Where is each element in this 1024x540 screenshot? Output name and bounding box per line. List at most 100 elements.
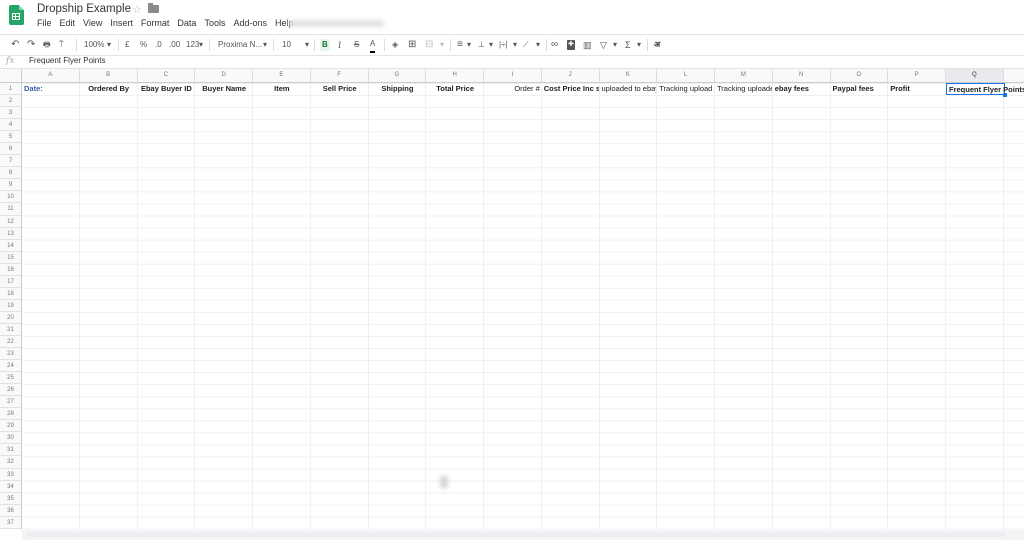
sheets-logo-icon[interactable] — [9, 5, 24, 25]
document-title[interactable]: Dropship Example — [37, 3, 131, 15]
column-header-k[interactable]: K — [600, 69, 658, 82]
row-header-7[interactable]: 7 — [0, 155, 21, 168]
chevron-down-icon[interactable]: ▾ — [536, 39, 540, 51]
row-header-11[interactable]: 11 — [0, 203, 21, 216]
row-header-6[interactable]: 6 — [0, 143, 21, 156]
zoom-select[interactable]: 100% — [84, 39, 104, 51]
row-header-13[interactable]: 13 — [0, 228, 21, 240]
redo-icon[interactable]: ↷ — [27, 39, 35, 51]
row-header-9[interactable]: 9 — [0, 179, 21, 192]
row-header-15[interactable]: 15 — [0, 252, 21, 264]
undo-icon[interactable]: ↶ — [11, 39, 19, 51]
row-header-29[interactable]: 29 — [0, 420, 21, 433]
star-icon[interactable]: ☆ — [132, 3, 142, 16]
print-icon[interactable]: 🖶 — [43, 39, 51, 51]
column-header-l[interactable]: L — [657, 69, 715, 82]
row-header-4[interactable]: 4 — [0, 119, 21, 132]
cell-Q1-selected[interactable]: Frequent Flyer Points — [946, 83, 1024, 97]
folder-icon[interactable] — [148, 3, 159, 13]
cell-P1[interactable]: Profit — [888, 83, 946, 95]
text-color-button[interactable]: A — [370, 39, 376, 53]
cell-C1[interactable]: Ebay Buyer ID — [138, 83, 196, 95]
chevron-down-icon[interactable]: ▾ — [199, 39, 203, 51]
insert-chart-icon[interactable]: ▥ — [583, 39, 592, 51]
row-header-33[interactable]: 33 — [0, 469, 21, 481]
column-header-b[interactable]: B — [80, 69, 138, 82]
horizontal-scrollbar[interactable] — [22, 529, 1024, 540]
column-header-d[interactable]: D — [195, 69, 253, 82]
row-header-3[interactable]: 3 — [0, 107, 21, 120]
cell-G1[interactable]: Shipping — [369, 83, 427, 95]
row-header-37[interactable]: 37 — [0, 517, 21, 529]
column-header-j[interactable]: J — [542, 69, 600, 82]
cell-grid[interactable]: Date: Ordered By Ebay Buyer ID Buyer Nam… — [22, 83, 1024, 529]
row-header-5[interactable]: 5 — [0, 131, 21, 144]
select-all-corner[interactable] — [0, 69, 22, 82]
last-edit-link[interactable] — [288, 20, 384, 27]
row-header-1[interactable]: 1 — [0, 83, 21, 96]
row-header-10[interactable]: 10 — [0, 191, 21, 204]
cell-D1[interactable]: Buyer Name — [195, 83, 253, 95]
cell-E1[interactable]: Item — [253, 83, 311, 95]
row-header-36[interactable]: 36 — [0, 505, 21, 517]
menu-file[interactable]: File — [37, 18, 52, 28]
menu-addons[interactable]: Add-ons — [233, 18, 267, 28]
bold-button[interactable]: B — [320, 39, 330, 51]
chevron-down-icon[interactable]: ▾ — [489, 39, 493, 51]
row-header-35[interactable]: 35 — [0, 493, 21, 505]
currency-format-button[interactable]: £ — [125, 39, 129, 51]
cell-L1[interactable]: Tracking upload ebay — [657, 83, 715, 95]
menu-edit[interactable]: Edit — [60, 18, 76, 28]
borders-icon[interactable]: ⊞ — [408, 39, 416, 51]
column-header-n[interactable]: N — [773, 69, 831, 82]
column-header-f[interactable]: F — [311, 69, 369, 82]
input-tools-icon[interactable]: अ — [654, 39, 660, 51]
column-header-i[interactable]: I — [484, 69, 542, 82]
cell-M1[interactable]: Tracking uploaded — [715, 83, 773, 95]
chevron-down-icon[interactable]: ▾ — [467, 39, 471, 51]
chevron-down-icon[interactable]: ▾ — [440, 39, 444, 51]
row-header-23[interactable]: 23 — [0, 348, 21, 361]
column-header-o[interactable]: O — [831, 69, 889, 82]
row-header-8[interactable]: 8 — [0, 167, 21, 180]
italic-button[interactable]: I — [338, 39, 341, 51]
row-header-20[interactable]: 20 — [0, 312, 21, 324]
column-header-h[interactable]: H — [426, 69, 484, 82]
percent-format-button[interactable]: % — [140, 39, 147, 51]
menu-data[interactable]: Data — [177, 18, 196, 28]
row-header-2[interactable]: 2 — [0, 95, 21, 108]
vertical-align-icon[interactable]: ⊥ — [478, 39, 485, 51]
horizontal-align-icon[interactable]: ≡ — [457, 39, 463, 51]
more-formats-button[interactable]: 123 — [186, 39, 199, 51]
chevron-down-icon[interactable]: ▾ — [513, 39, 517, 51]
row-header-17[interactable]: 17 — [0, 276, 21, 288]
cell-J1[interactable]: Cost Price Inc shipping — [542, 83, 600, 95]
row-header-26[interactable]: 26 — [0, 384, 21, 397]
cell-N1[interactable]: ebay fees — [773, 83, 831, 95]
cell-F1[interactable]: Sell Price — [311, 83, 369, 95]
column-header-q[interactable]: Q — [946, 69, 1004, 82]
cell-A1[interactable]: Date: — [22, 83, 80, 95]
font-size-select[interactable]: 10 — [282, 39, 291, 51]
row-header-25[interactable]: 25 — [0, 372, 21, 385]
column-header-p[interactable]: P — [888, 69, 946, 82]
row-header-30[interactable]: 30 — [0, 432, 21, 445]
merge-cells-icon[interactable]: ⊟ — [425, 39, 433, 51]
text-wrap-icon[interactable]: |÷| — [499, 39, 508, 51]
functions-icon[interactable]: Σ — [625, 39, 631, 51]
fill-color-icon[interactable]: ◈ — [392, 39, 398, 51]
row-header-19[interactable]: 19 — [0, 300, 21, 312]
row-header-24[interactable]: 24 — [0, 360, 21, 373]
menu-insert[interactable]: Insert — [110, 18, 133, 28]
column-header-m[interactable]: M — [715, 69, 773, 82]
menu-view[interactable]: View — [83, 18, 102, 28]
strikethrough-button[interactable]: S — [354, 39, 359, 51]
chevron-down-icon[interactable]: ▾ — [305, 39, 309, 51]
row-header-16[interactable]: 16 — [0, 264, 21, 276]
chevron-down-icon[interactable]: ▾ — [637, 39, 641, 51]
row-header-18[interactable]: 18 — [0, 288, 21, 300]
row-header-21[interactable]: 21 — [0, 324, 21, 336]
decrease-decimal-button[interactable]: .0 — [155, 39, 162, 51]
menu-tools[interactable]: Tools — [204, 18, 225, 28]
row-header-34[interactable]: 34 — [0, 481, 21, 493]
